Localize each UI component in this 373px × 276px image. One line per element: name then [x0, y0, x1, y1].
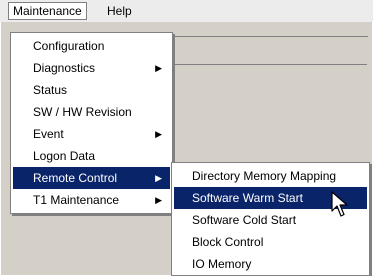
menu-item-remote-control[interactable]: Remote Control ▶ [13, 167, 170, 189]
menu-item-label: Status [33, 83, 68, 97]
menu-item-label: Software Cold Start [192, 213, 297, 227]
menu-item-label: Event [33, 127, 64, 141]
menu-bar: Maintenance Help [0, 0, 373, 22]
menu-item-label: Block Control [192, 235, 264, 249]
submenu-arrow-icon: ▶ [155, 173, 162, 183]
menu-item-label: Remote Control [33, 171, 118, 185]
menu-item-io-memory[interactable]: IO Memory [174, 253, 367, 275]
menu-item-status[interactable]: Status [13, 79, 170, 101]
menu-help[interactable]: Help [103, 3, 136, 19]
maintenance-dropdown: Configuration Diagnostics ▶ Status SW / H… [10, 32, 173, 214]
menu-item-sw-hw-revision[interactable]: SW / HW Revision [13, 101, 170, 123]
menu-item-label: Diagnostics [33, 61, 96, 75]
menu-item-label: IO Memory [192, 257, 252, 271]
background-divider [172, 64, 367, 65]
menu-item-event[interactable]: Event ▶ [13, 123, 170, 145]
menu-item-t1-maintenance[interactable]: T1 Maintenance ▶ [13, 189, 170, 211]
submenu-arrow-icon: ▶ [155, 129, 162, 139]
menu-item-diagnostics[interactable]: Diagnostics ▶ [13, 57, 170, 79]
menu-maintenance[interactable]: Maintenance [8, 2, 87, 20]
submenu-arrow-icon: ▶ [155, 63, 162, 73]
menu-item-label: T1 Maintenance [33, 193, 120, 207]
submenu-arrow-icon: ▶ [155, 195, 162, 205]
menu-item-block-control[interactable]: Block Control [174, 231, 367, 253]
menu-item-label: Software Warm Start [192, 191, 303, 205]
menu-item-directory-memory-mapping[interactable]: Directory Memory Mapping [174, 165, 367, 187]
mouse-pointer-icon [331, 191, 348, 217]
remote-control-submenu: Directory Memory Mapping Software Warm S… [171, 162, 370, 276]
menu-item-logon-data[interactable]: Logon Data [13, 145, 170, 167]
menu-item-configuration[interactable]: Configuration [13, 35, 170, 57]
menu-item-label: Directory Memory Mapping [192, 169, 337, 183]
menu-item-label: Configuration [33, 39, 105, 53]
menu-item-label: SW / HW Revision [33, 105, 132, 119]
menu-item-label: Logon Data [33, 149, 96, 163]
